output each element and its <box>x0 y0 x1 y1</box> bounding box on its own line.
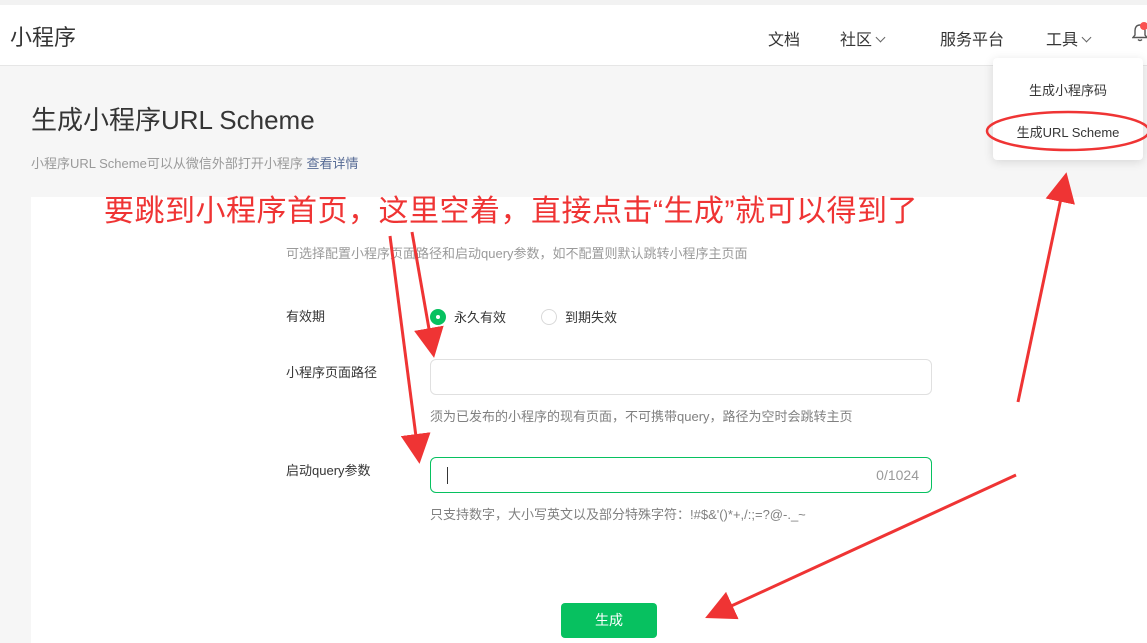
query-hint: 只支持数字，大小写英文以及部分特殊字符：!#$&'()*+,/:;=?@-._~ <box>430 507 806 522</box>
page-title: 生成小程序URL Scheme <box>31 105 315 135</box>
text-caret <box>447 467 448 484</box>
nav-community[interactable]: 社区 <box>840 26 886 50</box>
page-path-label: 小程序页面路径 <box>286 365 378 380</box>
radio-permanent-label: 永久有效 <box>454 310 507 325</box>
nav-tools-label: 工具 <box>1046 32 1079 49</box>
radio-checked-icon <box>430 308 446 325</box>
nav-docs[interactable]: 文档 <box>768 26 800 50</box>
annotation-text: 要跳到小程序首页，这里空着，直接点击“生成”就可以得到了 <box>104 195 918 228</box>
radio-expire-label: 到期失效 <box>565 310 618 325</box>
chevron-down-icon <box>1081 32 1092 43</box>
query-label: 启动query参数 <box>286 463 371 478</box>
notification-dot <box>1140 22 1147 30</box>
validity-label: 有效期 <box>286 309 326 324</box>
page-description: 小程序URL Scheme可以从微信外部打开小程序 查看详情 <box>31 153 358 172</box>
radio-unchecked-icon <box>541 308 557 325</box>
view-details-link[interactable]: 查看详情 <box>306 156 358 171</box>
page-path-input[interactable] <box>430 359 932 395</box>
chevron-down-icon <box>875 32 886 43</box>
menu-item-generate-qrcode[interactable]: 生成小程序码 <box>993 80 1143 99</box>
page-path-hint: 须为已发布的小程序的现有页面，不可携带query，路径为空时会跳转主页 <box>430 409 853 424</box>
brand-title[interactable]: 小程序 <box>10 20 76 52</box>
query-char-counter: 0/1024 <box>876 467 919 483</box>
top-nav-bar: 小程序 文档 社区 服务平台 工具 <box>0 0 1147 66</box>
radio-permanent[interactable]: 永久有效 <box>430 307 506 326</box>
page-description-text: 小程序URL Scheme可以从微信外部打开小程序 <box>31 156 303 171</box>
nav-services[interactable]: 服务平台 <box>940 26 1004 50</box>
tools-dropdown-menu: 生成小程序码 生成URL Scheme <box>993 58 1143 160</box>
generate-button[interactable]: 生成 <box>561 603 657 638</box>
form-tip: 可选择配置小程序页面路径和启动query参数，如不配置则默认跳转小程序主页面 <box>286 246 748 261</box>
query-input[interactable]: 0/1024 <box>430 457 932 493</box>
menu-item-generate-url-scheme[interactable]: 生成URL Scheme <box>993 122 1143 141</box>
nav-community-label: 社区 <box>840 32 873 49</box>
radio-expire[interactable]: 到期失效 <box>541 307 617 326</box>
nav-tools[interactable]: 工具 <box>1046 26 1092 50</box>
